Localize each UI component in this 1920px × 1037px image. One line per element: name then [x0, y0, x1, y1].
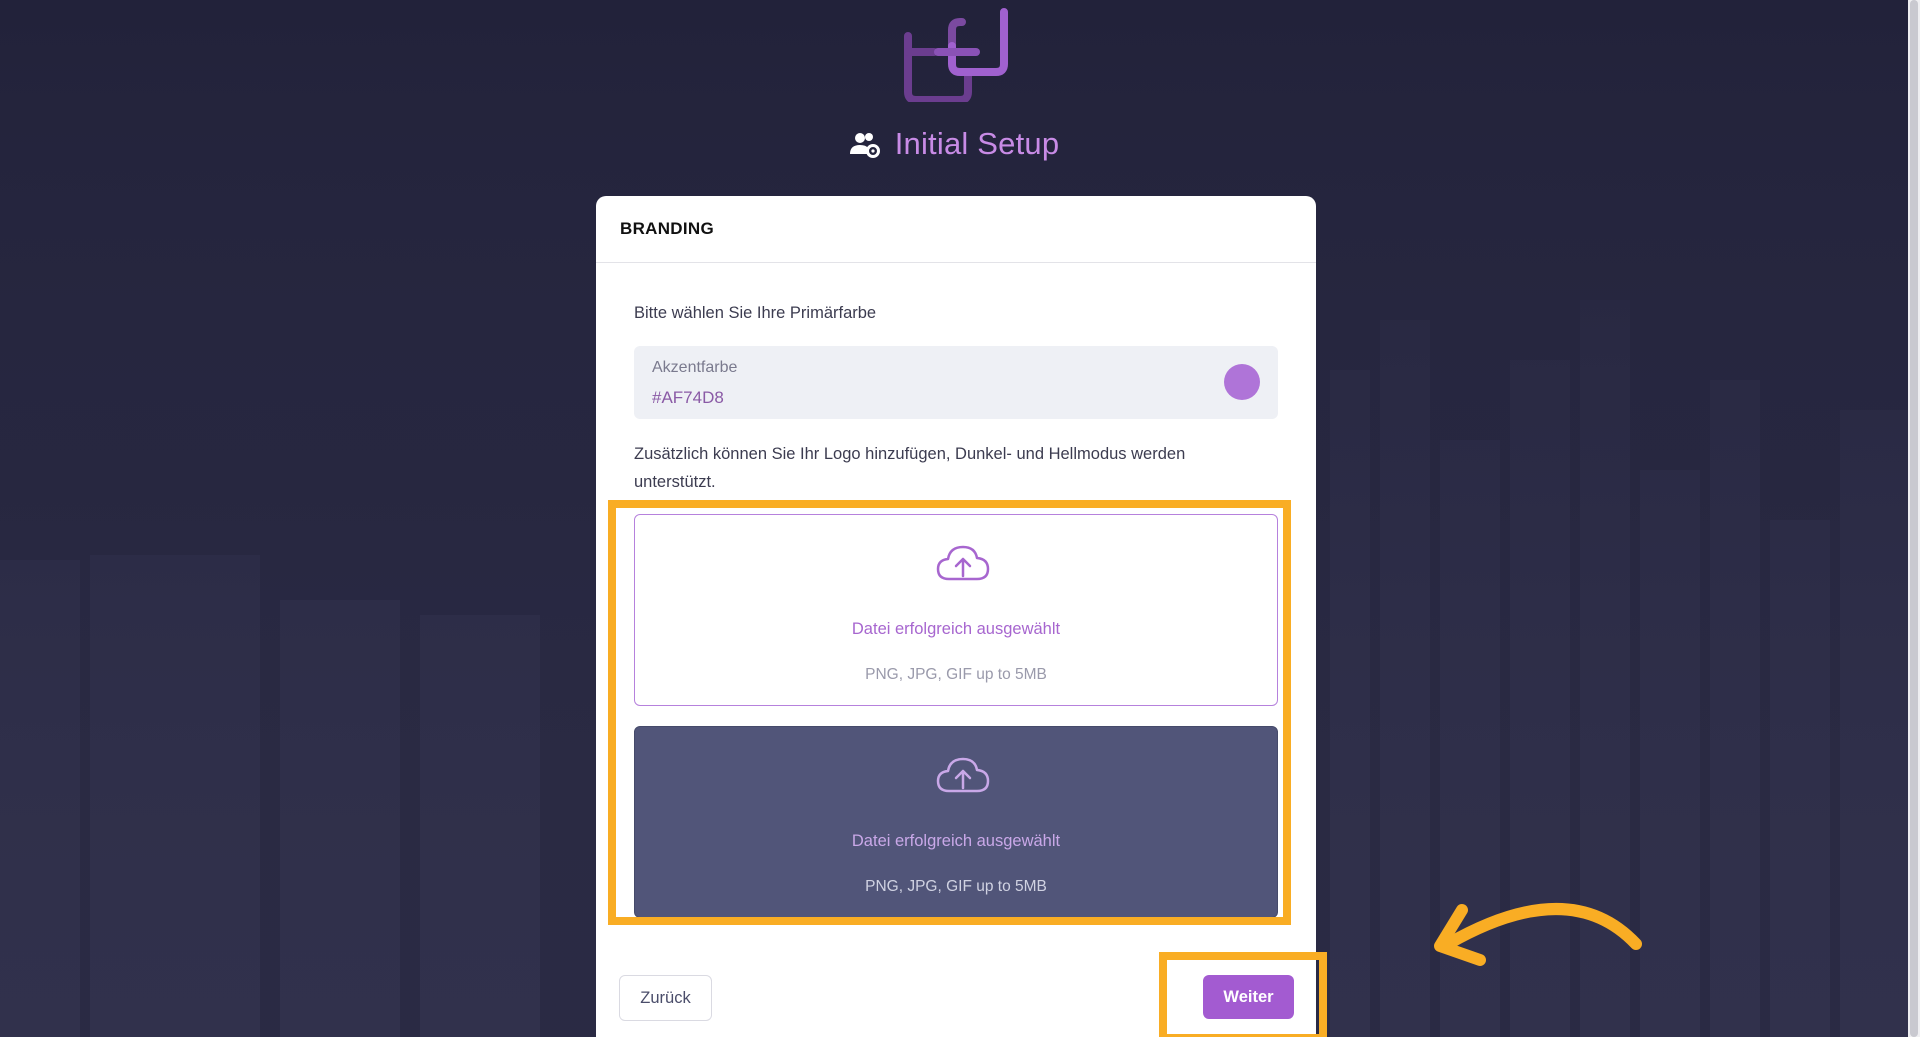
upload-status: Datei erfolgreich ausgewählt [851, 620, 1061, 638]
page-title: Initial Setup [894, 126, 1060, 161]
accent-color-value[interactable]: #AF74D8 [652, 388, 724, 408]
color-swatch[interactable] [1224, 364, 1260, 400]
cloud-upload-icon [936, 757, 990, 793]
logo-info-text: Zusätzlich können Sie Ihr Logo hinzufüge… [634, 445, 1186, 491]
setup-page: Initial Setup BRANDING Bitte wählen Sie … [0, 0, 1920, 1037]
accent-color-field[interactable]: Akzentfarbe #AF74D8 [634, 346, 1278, 419]
upload-hint: PNG, JPG, GIF up to 5MB [865, 666, 1047, 683]
upload-hint: PNG, JPG, GIF up to 5MB [865, 878, 1047, 895]
upload-status: Datei erfolgreich ausgewählt [851, 832, 1061, 850]
cloud-upload-icon [936, 545, 990, 581]
chain-link-logo [904, 8, 1008, 102]
primary-color-prompt: Bitte wählen Sie Ihre Primärfarbe [634, 304, 877, 322]
card-header: BRANDING [596, 196, 1316, 263]
next-button[interactable]: Weiter [1203, 975, 1294, 1019]
light-logo-dropzone[interactable]: Datei erfolgreich ausgewählt PNG, JPG, G… [634, 514, 1278, 706]
page-header: Initial Setup [0, 126, 1908, 162]
page-scrollbar[interactable] [1908, 0, 1920, 1037]
dark-logo-dropzone[interactable]: Datei erfolgreich ausgewählt PNG, JPG, G… [634, 726, 1278, 918]
curved-arrow-icon [1434, 903, 1642, 966]
back-button[interactable]: Zurück [619, 975, 712, 1021]
scrollbar-thumb[interactable] [1910, 0, 1918, 1037]
accent-color-label: Akzentfarbe [652, 359, 738, 376]
users-gear-icon [849, 133, 880, 158]
branding-card: BRANDING Bitte wählen Sie Ihre Primärfar… [596, 196, 1316, 1037]
section-title: BRANDING [620, 219, 715, 238]
